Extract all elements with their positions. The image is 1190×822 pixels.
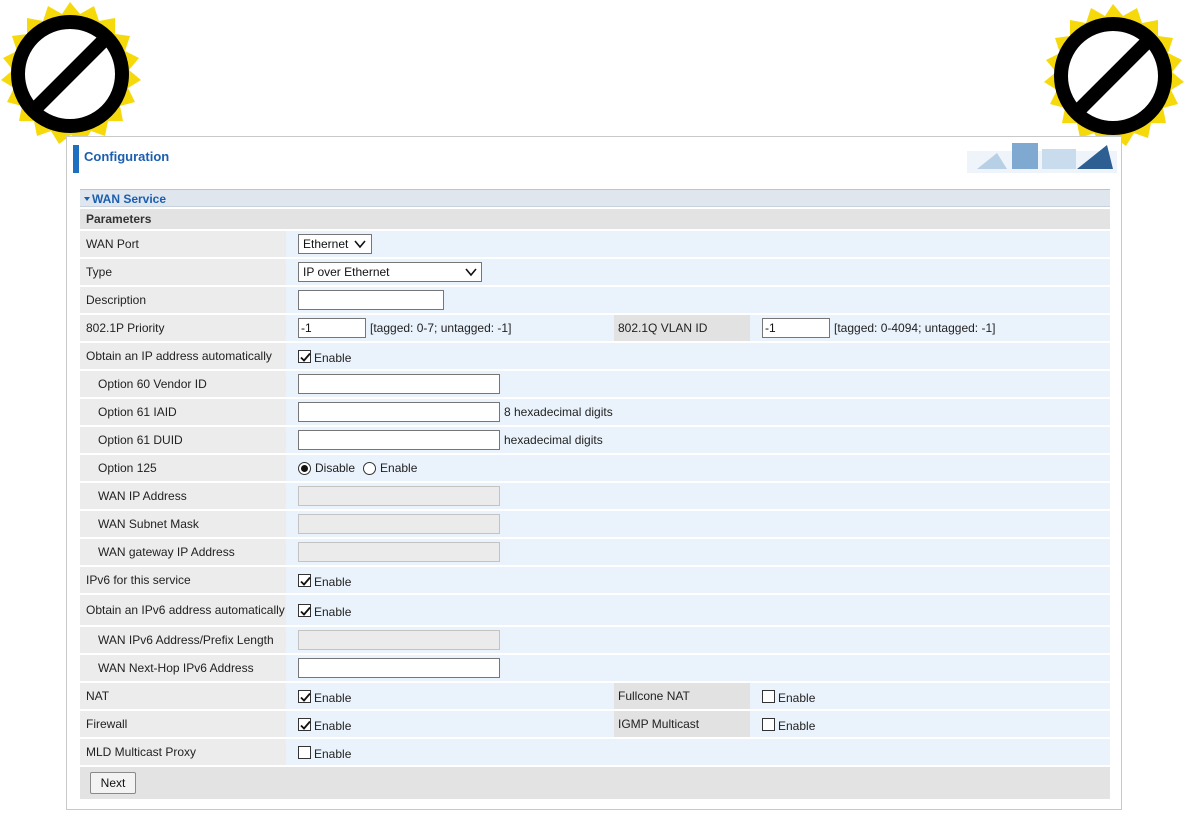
option61-duid-label: Option 61 DUID	[80, 427, 286, 453]
vlan-id-input[interactable]	[762, 318, 830, 338]
option61-iaid-label: Option 61 IAID	[80, 399, 286, 425]
option125-disable-radio[interactable]	[298, 461, 311, 475]
nat-checkbox[interactable]	[298, 689, 311, 703]
row-nat: NAT Enable Fullcone NAT Enable	[80, 683, 1110, 709]
row-firewall: Firewall Enable IGMP Multicast Enable	[80, 711, 1110, 737]
row-wan-subnet: WAN Subnet Mask	[80, 511, 1110, 537]
mld-label: MLD Multicast Proxy	[80, 739, 286, 765]
wan-service-form: Parameters WAN Port Ethernet Type IP ove…	[80, 209, 1110, 799]
vlan-label: 802.1Q VLAN ID	[614, 315, 750, 341]
priority-input[interactable]	[298, 318, 366, 338]
row-option60: Option 60 Vendor ID	[80, 371, 1110, 397]
mld-checkbox[interactable]	[298, 745, 311, 759]
chevron-down-icon	[465, 268, 477, 277]
wan-ipv6-address-input	[298, 630, 500, 650]
obtain-ip-label: Obtain an IP address automatically	[80, 343, 286, 369]
chevron-down-icon	[354, 240, 366, 249]
row-mld: MLD Multicast Proxy Enable	[80, 739, 1110, 765]
igmp-multicast-checkbox[interactable]	[762, 717, 775, 731]
row-option61-duid: Option 61 DUID hexadecimal digits	[80, 427, 1110, 453]
priority-label: 802.1P Priority	[80, 315, 286, 341]
description-input[interactable]	[298, 290, 444, 310]
option61-duid-hint: hexadecimal digits	[504, 433, 603, 447]
wan-port-label: WAN Port	[80, 231, 286, 257]
configuration-panel: Configuration WAN Service Parameters WAN…	[66, 136, 1122, 810]
row-obtain-ip: Obtain an IP address automatically Enabl…	[80, 343, 1110, 369]
collapse-caret-icon	[84, 197, 90, 201]
header-accent-bar	[73, 145, 79, 173]
priority-hint: [tagged: 0-7; untagged: -1]	[370, 321, 512, 335]
nat-label: NAT	[80, 683, 286, 709]
igmp-multicast-label: IGMP Multicast	[614, 711, 750, 737]
firewall-label: Firewall	[80, 711, 286, 737]
option61-duid-input[interactable]	[298, 430, 500, 450]
obtain-ipv6-checkbox[interactable]	[298, 603, 311, 617]
wan-ip-label: WAN IP Address	[80, 483, 286, 509]
wan-gateway-label: WAN gateway IP Address	[80, 539, 286, 565]
configuration-header: Configuration	[67, 137, 1121, 173]
row-wan-ipv6-address: WAN IPv6 Address/Prefix Length	[80, 627, 1110, 653]
obtain-ipv6-label: Obtain an IPv6 address automatically	[80, 595, 286, 625]
row-option61-iaid: Option 61 IAID 8 hexadecimal digits	[80, 399, 1110, 425]
next-button[interactable]: Next	[90, 772, 136, 794]
wan-port-select[interactable]: Ethernet	[298, 234, 372, 254]
no-entry-badge-icon	[1044, 4, 1184, 146]
checkmark-icon	[300, 692, 311, 702]
ipv6-label: IPv6 for this service	[80, 567, 286, 593]
vlan-hint: [tagged: 0-4094; untagged: -1]	[834, 321, 996, 335]
wan-nexthop-ipv6-label: WAN Next-Hop IPv6 Address	[80, 655, 286, 681]
wan-ip-input	[298, 486, 500, 506]
row-description: Description	[80, 287, 1110, 313]
checkmark-icon	[300, 352, 311, 362]
checkmark-icon	[300, 720, 311, 730]
row-wan-gateway: WAN gateway IP Address	[80, 539, 1110, 565]
option60-label: Option 60 Vendor ID	[80, 371, 286, 397]
row-priority-vlan: 802.1P Priority [tagged: 0-7; untagged: …	[80, 315, 1110, 341]
page-title: Configuration	[84, 149, 170, 164]
ipv6-checkbox[interactable]	[298, 573, 311, 587]
wan-ipv6-address-label: WAN IPv6 Address/Prefix Length	[80, 627, 286, 653]
header-banner-icon	[967, 143, 1117, 173]
row-ipv6: IPv6 for this service Enable	[80, 567, 1110, 593]
option125-enable-radio[interactable]	[363, 461, 377, 475]
wan-service-section-header[interactable]: WAN Service	[80, 189, 1110, 207]
firewall-checkbox[interactable]	[298, 717, 311, 731]
wan-gateway-input	[298, 542, 500, 562]
wan-subnet-input	[298, 514, 500, 534]
wan-nexthop-ipv6-input[interactable]	[298, 658, 500, 678]
section-title: WAN Service	[92, 192, 167, 206]
row-wan-port: WAN Port Ethernet	[80, 231, 1110, 257]
form-footer: Next	[80, 767, 1110, 799]
description-label: Description	[80, 287, 286, 313]
row-option125: Option 125 Disable Enable	[80, 455, 1110, 481]
option60-vendor-id-input[interactable]	[298, 374, 500, 394]
option61-iaid-input[interactable]	[298, 402, 500, 422]
checkmark-icon	[300, 576, 311, 586]
no-entry-badge-icon	[1, 2, 141, 144]
option125-label: Option 125	[80, 455, 286, 481]
row-wan-nexthop-ipv6: WAN Next-Hop IPv6 Address	[80, 655, 1110, 681]
option61-iaid-hint: 8 hexadecimal digits	[504, 405, 613, 419]
obtain-ip-checkbox[interactable]	[298, 349, 311, 363]
fullcone-nat-checkbox[interactable]	[762, 689, 775, 703]
parameters-heading: Parameters	[80, 209, 1110, 229]
fullcone-nat-label: Fullcone NAT	[614, 683, 750, 709]
row-obtain-ipv6: Obtain an IPv6 address automatically Ena…	[80, 595, 1110, 625]
type-select[interactable]: IP over Ethernet	[298, 262, 482, 282]
row-wan-ip: WAN IP Address	[80, 483, 1110, 509]
checkmark-icon	[300, 606, 311, 616]
option125-radio-group: Disable Enable	[298, 461, 425, 475]
type-label: Type	[80, 259, 286, 285]
wan-subnet-label: WAN Subnet Mask	[80, 511, 286, 537]
row-type: Type IP over Ethernet	[80, 259, 1110, 285]
